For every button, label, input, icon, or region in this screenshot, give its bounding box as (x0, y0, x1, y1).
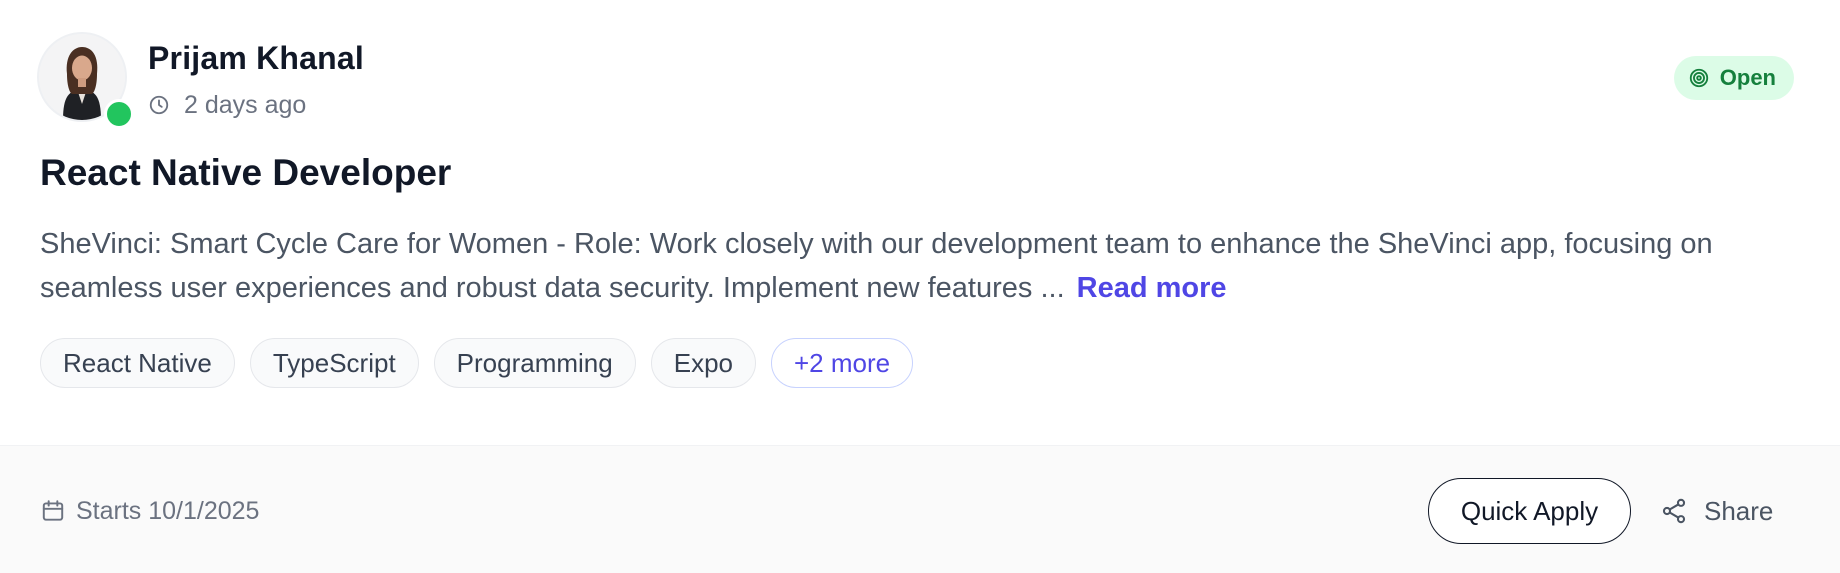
job-card-body: Prijam Khanal 2 days ago Open React Nati… (0, 0, 1840, 445)
read-more-link[interactable]: Read more (1077, 272, 1227, 304)
tag-typescript[interactable]: TypeScript (249, 338, 419, 388)
tag-expo[interactable]: Expo (650, 338, 756, 388)
posted-time-label: 2 days ago (184, 90, 307, 119)
online-status-dot (104, 99, 134, 129)
job-card: Prijam Khanal 2 days ago Open React Nati… (0, 0, 1840, 573)
job-title[interactable]: React Native Developer (40, 152, 451, 194)
job-description: SheVinci: Smart Cycle Care for Women - R… (40, 222, 1810, 310)
author-name[interactable]: Prijam Khanal (148, 40, 364, 77)
target-icon (1688, 67, 1710, 89)
share-button[interactable]: Share (1660, 478, 1773, 544)
quick-apply-button[interactable]: Quick Apply (1428, 478, 1631, 544)
tag-programming[interactable]: Programming (433, 338, 636, 388)
job-description-text: SheVinci: Smart Cycle Care for Women - R… (40, 228, 1713, 304)
start-date: Starts 10/1/2025 (40, 496, 259, 526)
share-label: Share (1704, 495, 1774, 526)
share-icon (1660, 497, 1688, 525)
posted-time: 2 days ago (148, 90, 306, 120)
skill-tags: React Native TypeScript Programming Expo… (40, 338, 914, 388)
job-card-footer: Starts 10/1/2025 Quick Apply Share (0, 445, 1840, 573)
calendar-icon (40, 498, 66, 524)
clock-icon (148, 94, 170, 116)
more-tags-button[interactable]: +2 more (771, 338, 914, 388)
tag-react-native[interactable]: React Native (40, 338, 235, 388)
author-avatar[interactable] (37, 32, 134, 129)
status-label: Open (1719, 65, 1776, 90)
start-date-label: Starts 10/1/2025 (76, 496, 260, 525)
status-badge: Open (1673, 56, 1794, 100)
